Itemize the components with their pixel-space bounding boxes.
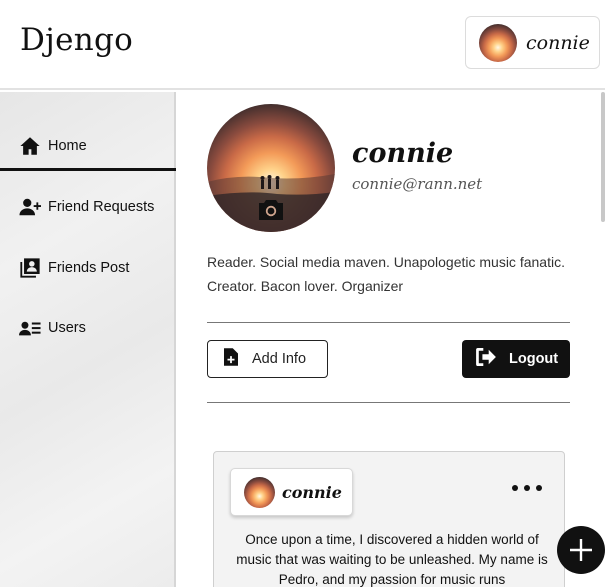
sidebar-item-label: Home bbox=[48, 137, 87, 154]
post-card: connie Once upon a time, I discovered a … bbox=[213, 451, 565, 587]
logout-button[interactable]: Logout bbox=[462, 340, 570, 378]
add-info-label: Add Info bbox=[252, 351, 307, 367]
sidebar-item-friends-post[interactable]: Friends Post bbox=[0, 244, 176, 292]
sidebar-item-label: Friends Post bbox=[48, 260, 130, 276]
sidebar-item-label: Users bbox=[48, 320, 86, 336]
scrollbar[interactable] bbox=[601, 92, 605, 222]
profile-name: connie bbox=[352, 138, 454, 169]
sidebar-item-users[interactable]: Users bbox=[0, 304, 176, 352]
profile-bio: Reader. Social media maven. Unapologetic… bbox=[207, 254, 565, 294]
sidebar-item-label: Friend Requests bbox=[48, 199, 155, 215]
top-header: Djengo connie bbox=[0, 0, 605, 90]
sidebar-item-friend-requests[interactable]: Friend Requests bbox=[0, 183, 176, 231]
add-info-button[interactable]: Add Info bbox=[207, 340, 328, 378]
user-plus-icon bbox=[18, 195, 42, 219]
file-plus-icon bbox=[224, 347, 238, 371]
post-author-name: connie bbox=[282, 482, 342, 502]
more-horizontal-icon[interactable] bbox=[512, 478, 542, 498]
sidebar: Home Friend Requests Friends Post Users bbox=[0, 92, 176, 587]
users-list-icon bbox=[18, 316, 42, 340]
friends-post-icon bbox=[18, 256, 42, 280]
user-menu-button[interactable]: connie bbox=[465, 16, 600, 69]
post-text: Once upon a time, I discovered a hidden … bbox=[236, 532, 548, 587]
plus-icon bbox=[570, 539, 592, 561]
divider bbox=[207, 322, 570, 323]
profile-email: connie@rann.net bbox=[352, 175, 483, 193]
home-icon bbox=[18, 134, 42, 158]
user-name: connie bbox=[526, 31, 590, 54]
main-content: connie connie@rann.net Reader. Social me… bbox=[178, 92, 605, 587]
post-author-avatar bbox=[244, 476, 275, 508]
sidebar-item-home[interactable]: Home bbox=[0, 123, 176, 171]
logout-icon bbox=[476, 347, 496, 371]
create-post-button[interactable] bbox=[557, 526, 605, 574]
user-avatar bbox=[479, 23, 517, 62]
divider bbox=[207, 402, 570, 403]
post-author-button[interactable]: connie bbox=[230, 468, 353, 516]
brand-logo[interactable]: Djengo bbox=[20, 22, 133, 58]
logout-label: Logout bbox=[509, 351, 559, 367]
camera-icon[interactable] bbox=[257, 198, 285, 222]
